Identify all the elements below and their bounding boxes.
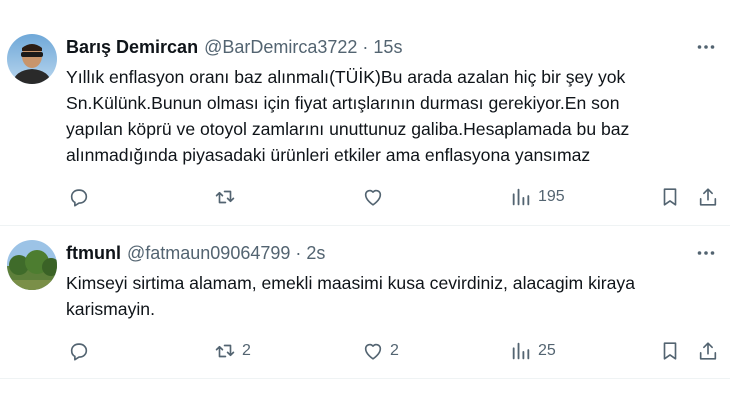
retweet-icon <box>215 344 235 358</box>
tweet[interactable]: ftmunl @fatmaun09064799 · 2s Kimseyi sir… <box>0 226 730 378</box>
tweet-text-line: Sn.Külünk.Bunun olması için fiyat artışl… <box>66 93 620 113</box>
timestamp[interactable]: 15s <box>373 37 402 58</box>
more-icon[interactable] <box>696 243 716 263</box>
tweet-text-line: karismayin. <box>66 299 155 319</box>
tweet-text-line: yapılan köprü ve otoyol zamlarını unuttu… <box>66 119 630 139</box>
like-button[interactable]: 2 <box>362 336 399 366</box>
author-name[interactable]: ftmunl <box>66 243 121 264</box>
tweet[interactable]: Barış Demircan @BarDemirca3722 · 15s Yıl… <box>0 0 730 225</box>
separator-dot: · <box>362 36 369 57</box>
share-icon <box>699 188 717 206</box>
tweet-actions: 2 2 25 <box>0 336 730 366</box>
retweet-count: 2 <box>242 342 251 359</box>
tweet-text: Yıllık enflasyon oranı baz alınmalı(TÜİK… <box>66 64 721 168</box>
avatar[interactable] <box>7 34 57 84</box>
like-button[interactable] <box>362 182 390 212</box>
bookmark-icon <box>663 188 677 206</box>
divider <box>0 378 730 379</box>
share-button[interactable] <box>697 336 719 366</box>
author-name[interactable]: Barış Demircan <box>66 37 198 58</box>
retweet-button[interactable] <box>214 182 242 212</box>
views-icon <box>512 342 530 360</box>
views-count: 25 <box>538 342 556 359</box>
tweet-text-line: alınmadığında piyasadaki ürünleri etkile… <box>66 145 591 165</box>
bookmark-button[interactable] <box>659 336 681 366</box>
like-icon <box>364 343 382 360</box>
avatar[interactable] <box>7 240 57 290</box>
tweet-header: ftmunl @fatmaun09064799 · 2s <box>66 241 325 265</box>
more-icon[interactable] <box>696 37 716 57</box>
tweet-actions: 195 <box>0 182 730 212</box>
bookmark-icon <box>663 342 677 360</box>
share-icon <box>699 342 717 360</box>
like-icon <box>364 189 382 206</box>
retweet-icon <box>215 190 235 204</box>
retweet-button[interactable]: 2 <box>214 336 251 366</box>
bookmark-button[interactable] <box>659 182 681 212</box>
tweet-text-line: Yıllık enflasyon oranı baz alınmalı(TÜİK… <box>66 67 626 87</box>
tweet-text: Kimseyi sirtima alamam, emekli maasimi k… <box>66 270 706 322</box>
timestamp[interactable]: 2s <box>306 243 325 264</box>
like-count: 2 <box>390 342 399 359</box>
reply-icon <box>70 343 88 361</box>
share-button[interactable] <box>697 182 719 212</box>
views-button[interactable]: 195 <box>510 182 565 212</box>
author-handle[interactable]: @BarDemirca3722 <box>204 37 357 58</box>
reply-icon <box>70 189 88 207</box>
reply-button[interactable] <box>68 336 96 366</box>
views-icon <box>512 188 530 206</box>
author-handle[interactable]: @fatmaun09064799 <box>127 243 290 264</box>
views-count: 195 <box>538 188 565 205</box>
views-button[interactable]: 25 <box>510 336 556 366</box>
reply-button[interactable] <box>68 182 96 212</box>
tweet-header: Barış Demircan @BarDemirca3722 · 15s <box>66 35 402 59</box>
tweet-text-line: Kimseyi sirtima alamam, emekli maasimi k… <box>66 273 636 293</box>
separator-dot: · <box>295 242 302 263</box>
